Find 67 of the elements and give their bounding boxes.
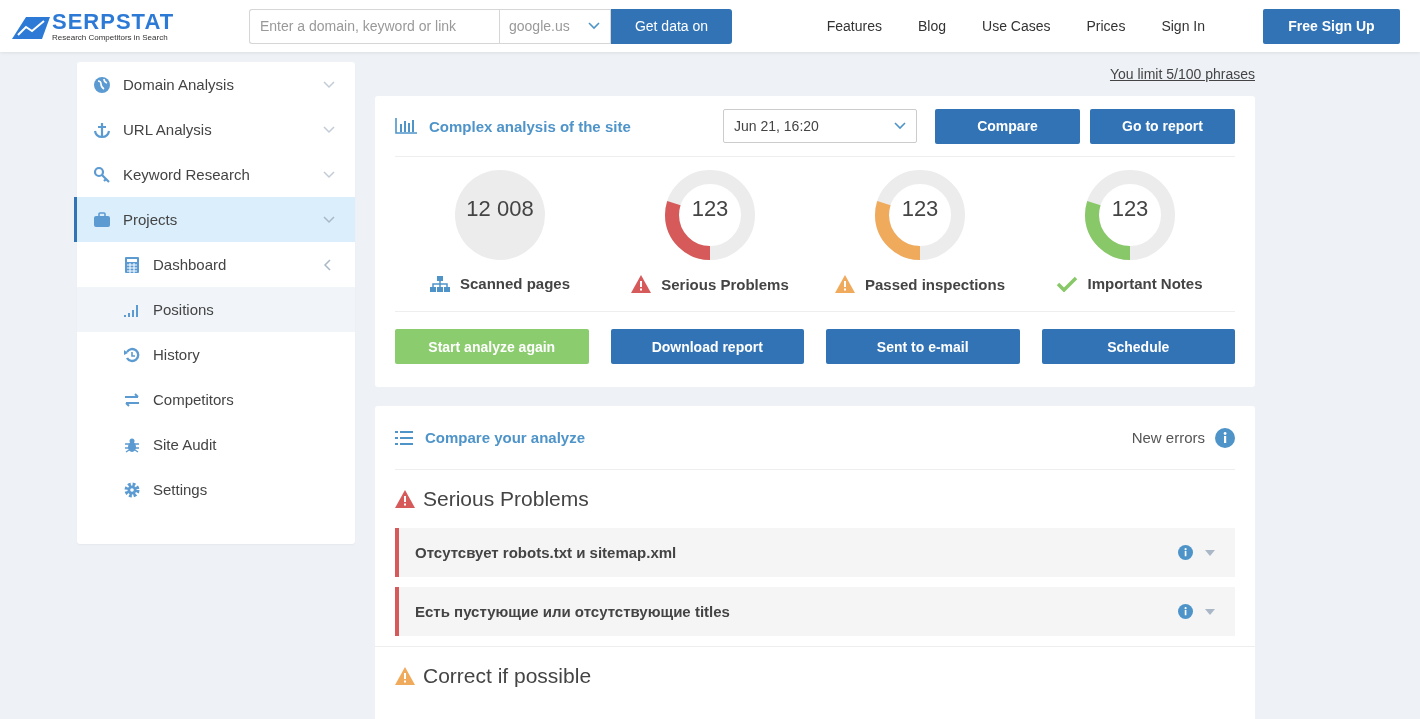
chevron-down-icon [894, 122, 906, 130]
card-title: Complex analysis of the site [429, 117, 632, 135]
card-title: Compare your analyze [425, 429, 587, 446]
logo-tagline: Research Competitors in Search [52, 32, 169, 42]
warning-icon [834, 275, 855, 293]
sidebar-icon [93, 165, 111, 184]
list-icon [395, 430, 413, 445]
sidebar-icon [93, 210, 111, 229]
chevron-down-icon [323, 80, 335, 89]
stat-label: Passed inspections [864, 275, 1006, 293]
chevron-down-icon [323, 215, 335, 224]
sitemap-icon [429, 275, 450, 292]
sidebar-icon [123, 480, 141, 499]
chevron-down-icon [588, 22, 600, 30]
nav-link[interactable]: Sign In [1161, 18, 1205, 34]
sidebar-icon [93, 75, 111, 94]
header-action-button[interactable]: Go to report [1090, 108, 1235, 144]
date-dropdown[interactable]: Jun 21, 16:20 [723, 109, 917, 143]
stat-value: 12 008 [466, 196, 534, 223]
header-action-button[interactable]: Compare [935, 108, 1080, 144]
issue-row[interactable]: Есть пустующие или отсутствующие titles [395, 587, 1235, 636]
stat-value: 123 [691, 196, 729, 223]
nav-link[interactable]: Use Cases [982, 18, 1051, 34]
logo-name: SERPSTAT [52, 10, 175, 33]
sidebar-icon [123, 390, 141, 409]
chevron-down-icon [323, 170, 335, 179]
stat-value: 123 [1111, 196, 1149, 223]
issue-row[interactable]: Отсутсвует robots.txt и sitemap.xml [395, 528, 1235, 577]
sidebar-item[interactable]: Keyword Research [74, 152, 355, 197]
nav-link[interactable]: Features [826, 18, 882, 34]
chevron-down-icon [323, 125, 335, 134]
sidebar-item[interactable]: Projects [74, 197, 355, 242]
caret-down-icon[interactable] [1205, 549, 1215, 556]
sidebar-subitem[interactable]: Positions [77, 287, 355, 332]
check-icon [1057, 275, 1078, 292]
nav-link[interactable]: Blog [918, 18, 947, 34]
info-icon[interactable] [1178, 604, 1193, 619]
info-icon[interactable] [1178, 545, 1193, 560]
bar-chart-icon [395, 118, 417, 134]
action-button[interactable]: Download report [610, 329, 804, 364]
search-field[interactable]: Enter a domain, keyword or link [249, 8, 499, 44]
sidebar-item[interactable]: Domain Analysis [74, 62, 355, 107]
sidebar-subitem[interactable]: Site Audit [77, 422, 355, 467]
action-button[interactable]: Schedule [1041, 329, 1235, 364]
sidebar-icon [123, 345, 141, 364]
caret-down-icon[interactable] [1205, 608, 1215, 615]
filter-label: New errors [1131, 429, 1205, 446]
stat-label: Scanned pages [459, 275, 570, 292]
warning-icon [631, 275, 652, 293]
stat-label: Serious Problems [661, 275, 789, 293]
sidebar-icon [93, 120, 111, 139]
stat-label: Important Notes [1087, 275, 1203, 292]
sidebar-icon [123, 255, 141, 274]
action-button[interactable]: Sent to e-mail [826, 329, 1020, 364]
sidebar-subitem[interactable]: Dashboard [77, 242, 355, 287]
info-icon[interactable] [1215, 427, 1235, 448]
section-title: Serious Problems [423, 487, 589, 511]
section-title: Correct if possible [423, 664, 592, 688]
sidebar-subitem[interactable]: Settings [77, 467, 355, 512]
signup-button[interactable]: Free Sign Up [1263, 8, 1400, 44]
sidebar-item[interactable]: URL Analysis [74, 107, 355, 152]
limit-link[interactable]: You limit 5/100 phrases [1109, 66, 1255, 82]
get-data-button[interactable]: Get data on [611, 8, 732, 44]
nav-link[interactable]: Prices [1086, 18, 1126, 34]
sidebar-subitem[interactable]: Competitors [77, 377, 355, 422]
stat-value: 123 [901, 196, 939, 223]
sidebar-subitem[interactable]: History [77, 332, 355, 377]
